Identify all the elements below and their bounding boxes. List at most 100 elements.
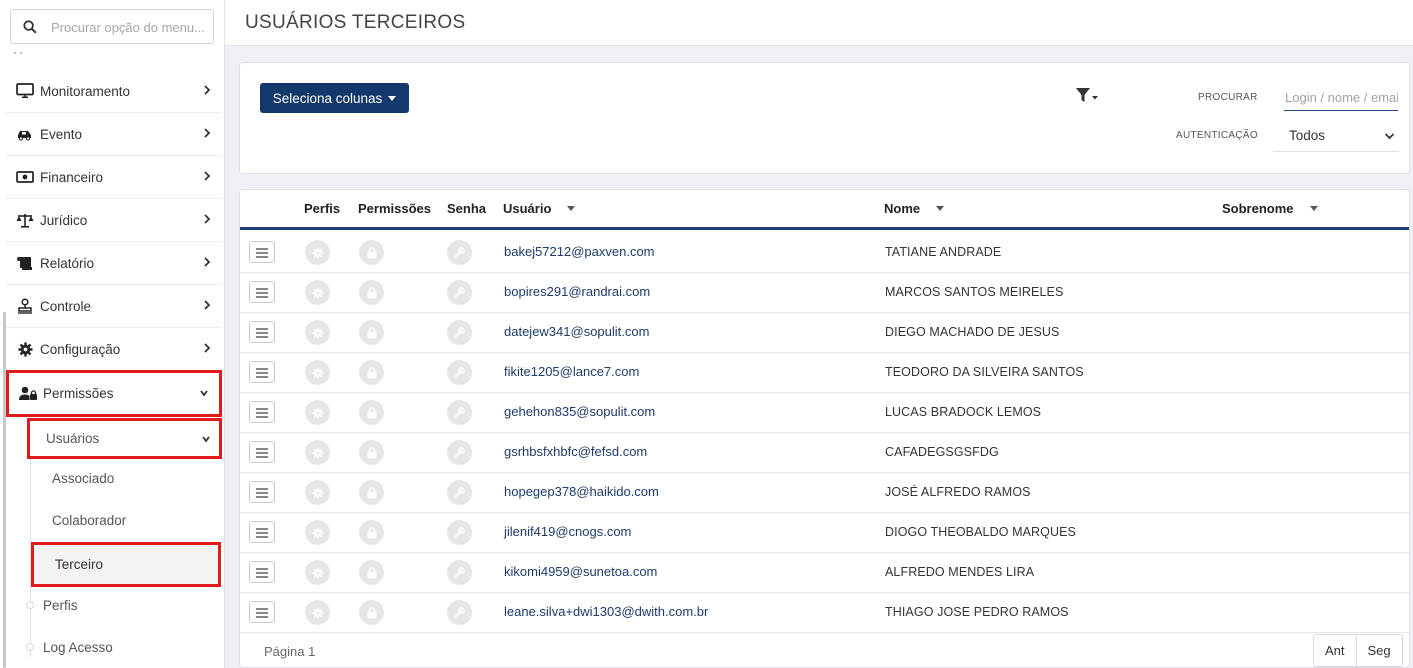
balance-scale-icon xyxy=(15,211,35,229)
pagination: Ant Seg xyxy=(1313,634,1403,667)
sidebar-subitem-usuarios[interactable]: Usuários xyxy=(27,418,222,459)
user-email-link[interactable]: leane.silva+dwi1303@dwith.com.br xyxy=(504,604,708,619)
sidebar-item-label: Monitoramento xyxy=(40,83,131,99)
user-email-link[interactable]: kikomi4959@sunetoa.com xyxy=(504,564,657,579)
row-menu-button[interactable] xyxy=(249,361,275,383)
password-key-icon[interactable] xyxy=(447,400,472,425)
sidebar-scrollbar[interactable] xyxy=(3,312,6,668)
permission-lock-icon[interactable] xyxy=(359,240,384,265)
password-key-icon[interactable] xyxy=(447,480,472,505)
sidebar-subitem-perfis[interactable]: Perfis xyxy=(27,586,222,624)
sidebar-subitem-log-acesso[interactable]: Log Acesso xyxy=(27,628,222,666)
column-header-sobrenome[interactable]: Sobrenome xyxy=(1222,201,1318,216)
select-columns-label: Seleciona colunas xyxy=(272,90,383,106)
permission-lock-icon[interactable] xyxy=(359,480,384,505)
permission-lock-icon[interactable] xyxy=(359,360,384,385)
prev-page-button[interactable]: Ant xyxy=(1314,635,1356,666)
sidebar-subitem-label: Usuários xyxy=(46,431,100,446)
menu-search-input[interactable] xyxy=(51,18,211,36)
permission-lock-icon[interactable] xyxy=(359,560,384,585)
table-row: leane.silva+dwi1303@dwith.com.br THIAGO J… xyxy=(240,593,1409,633)
password-key-icon[interactable] xyxy=(447,440,472,465)
sort-caret-icon xyxy=(567,206,576,211)
password-key-icon[interactable] xyxy=(447,520,472,545)
profile-gear-icon[interactable] xyxy=(305,440,330,465)
password-key-icon[interactable] xyxy=(447,320,472,345)
search-input[interactable] xyxy=(1284,85,1398,111)
profile-gear-icon[interactable] xyxy=(305,480,330,505)
column-header-nome[interactable]: Nome xyxy=(884,201,945,216)
sidebar-item-controle[interactable]: Controle xyxy=(6,285,222,328)
user-email-link[interactable]: gehehon835@sopulit.com xyxy=(504,404,655,419)
chevron-down-icon xyxy=(202,436,210,443)
sidebar-item-permissoes[interactable]: Permissões xyxy=(6,370,222,417)
select-columns-button[interactable]: Seleciona colunas xyxy=(260,83,409,113)
chevron-right-icon xyxy=(204,300,211,310)
user-email-link[interactable]: hopegep378@haikido.com xyxy=(504,484,659,499)
sidebar-subitem-label: Perfis xyxy=(43,597,78,613)
sidebar-subitem-associado[interactable]: Associado xyxy=(31,457,221,499)
password-key-icon[interactable] xyxy=(447,600,472,625)
user-email-link[interactable]: datejew341@sopulit.com xyxy=(504,324,649,339)
sidebar-item-relatorio[interactable]: Relatório xyxy=(6,242,222,285)
chevron-right-icon xyxy=(204,171,211,181)
money-bill-icon xyxy=(15,168,35,186)
table-row: gehehon835@sopulit.com LUCAS BRADOCK LEMO… xyxy=(240,393,1409,433)
menu-search-box[interactable] xyxy=(10,9,214,44)
profile-gear-icon[interactable] xyxy=(305,520,330,545)
user-name: JOSÉ ALFREDO RAMOS xyxy=(885,485,1031,499)
permission-lock-icon[interactable] xyxy=(359,320,384,345)
user-email-link[interactable]: fikite1205@lance7.com xyxy=(504,364,639,379)
profile-gear-icon[interactable] xyxy=(305,400,330,425)
search-icon xyxy=(23,20,37,34)
profile-gear-icon[interactable] xyxy=(305,600,330,625)
sidebar-item-juridico[interactable]: Jurídico xyxy=(6,199,222,242)
column-header-usuario[interactable]: Usuário xyxy=(503,201,576,216)
permission-lock-icon[interactable] xyxy=(359,520,384,545)
column-header-label: Usuário xyxy=(503,201,552,216)
sidebar-subitem-terceiro[interactable]: Terceiro xyxy=(31,542,221,587)
permission-lock-icon[interactable] xyxy=(359,440,384,465)
next-page-button[interactable]: Seg xyxy=(1355,635,1402,666)
row-menu-button[interactable] xyxy=(249,601,275,623)
user-email-link[interactable]: bopires291@randrai.com xyxy=(504,284,650,299)
profile-gear-icon[interactable] xyxy=(305,280,330,305)
sidebar-item-monitoramento[interactable]: Monitoramento xyxy=(6,70,222,113)
profile-gear-icon[interactable] xyxy=(305,360,330,385)
password-key-icon[interactable] xyxy=(447,280,472,305)
sidebar-item-evento[interactable]: Evento xyxy=(6,113,222,156)
password-key-icon[interactable] xyxy=(447,240,472,265)
password-key-icon[interactable] xyxy=(447,360,472,385)
chevron-right-icon xyxy=(204,257,211,267)
auth-select[interactable]: Todos xyxy=(1273,122,1399,152)
row-menu-button[interactable] xyxy=(249,441,275,463)
row-menu-button[interactable] xyxy=(249,401,275,423)
profile-gear-icon[interactable] xyxy=(305,240,330,265)
profile-gear-icon[interactable] xyxy=(305,560,330,585)
sidebar-item-configuracao[interactable]: Configuração xyxy=(6,328,222,371)
chevron-right-icon xyxy=(204,85,211,95)
row-menu-button[interactable] xyxy=(249,241,275,263)
password-key-icon[interactable] xyxy=(447,560,472,585)
permission-lock-icon[interactable] xyxy=(359,280,384,305)
column-header-label: Permissões xyxy=(358,201,431,216)
row-menu-button[interactable] xyxy=(249,561,275,583)
row-menu-button[interactable] xyxy=(249,321,275,343)
sidebar-subitem-colaborador[interactable]: Colaborador xyxy=(31,499,221,541)
auth-select-value: Todos xyxy=(1289,128,1326,143)
row-menu-button[interactable] xyxy=(249,481,275,503)
user-email-link[interactable]: jilenif419@cnogs.com xyxy=(504,524,631,539)
sidebar-item-financeiro[interactable]: Financeiro xyxy=(6,156,222,199)
row-menu-button[interactable] xyxy=(249,521,275,543)
sidebar-item-label: Jurídico xyxy=(40,212,88,228)
permission-lock-icon[interactable] xyxy=(359,600,384,625)
filter-dropdown-button[interactable] xyxy=(1075,87,1101,105)
chevron-down-icon xyxy=(1384,133,1395,140)
user-name: MARCOS SANTOS MEIRELES xyxy=(885,285,1064,299)
user-email-link[interactable]: gsrhbsfxhbfc@fefsd.com xyxy=(504,444,647,459)
permission-lock-icon[interactable] xyxy=(359,400,384,425)
users-table: Perfis Permissões Senha Usuário Nome Sob… xyxy=(239,189,1410,668)
row-menu-button[interactable] xyxy=(249,281,275,303)
profile-gear-icon[interactable] xyxy=(305,320,330,345)
user-email-link[interactable]: bakej57212@paxven.com xyxy=(504,244,655,259)
